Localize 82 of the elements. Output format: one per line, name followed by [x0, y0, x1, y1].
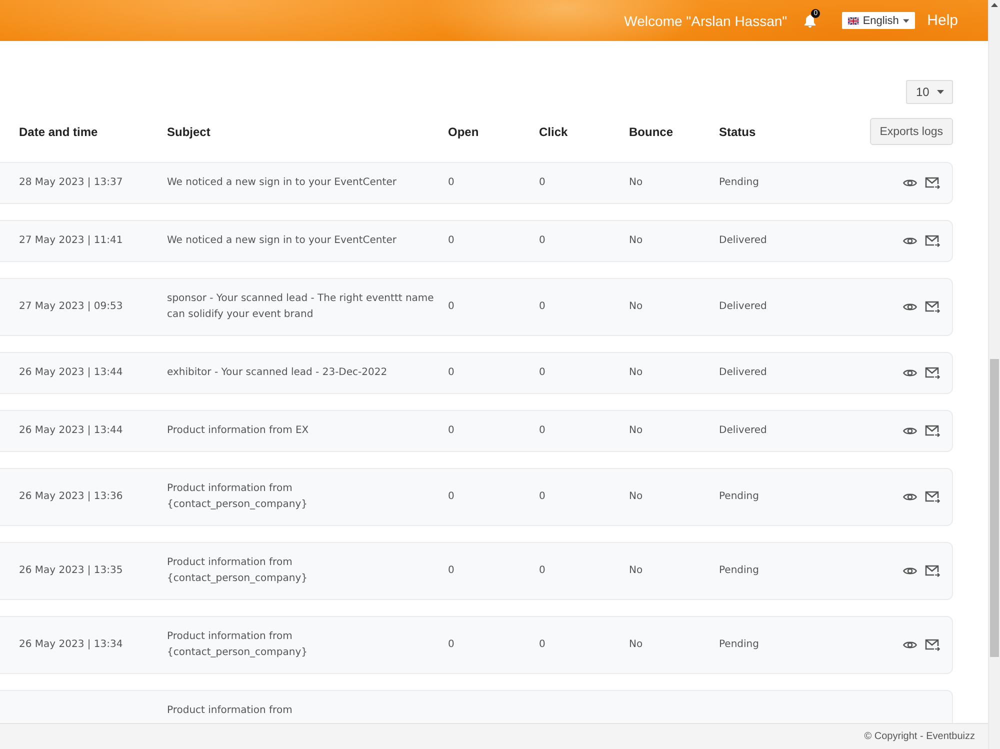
date-time-text: 27 May 2023 | 09:53	[19, 300, 123, 314]
eye-icon[interactable]	[903, 566, 917, 576]
welcome-text: Welcome "Arslan Hassan"	[624, 12, 788, 28]
bounce-text: No	[629, 366, 643, 380]
column-header: Open	[448, 124, 480, 138]
bounce-text: No	[629, 564, 643, 578]
date-time-text: 27 May 2023 | 11:41	[19, 234, 123, 248]
eye-icon[interactable]	[903, 426, 917, 436]
open-count: 0	[448, 300, 454, 314]
eye-icon[interactable]	[903, 178, 917, 188]
click-count: 0	[539, 638, 546, 652]
mail-icon[interactable]	[925, 639, 940, 651]
open-count: 0	[448, 234, 454, 248]
caret-icon	[937, 90, 944, 94]
caret-icon	[902, 18, 910, 22]
subject-text: Product information from {contact_person_company}	[167, 630, 309, 660]
open-count: 0	[448, 424, 454, 438]
eye-icon[interactable]	[903, 492, 917, 502]
bounce-text: No	[629, 638, 643, 652]
open-count: 0	[448, 638, 454, 652]
date-time-text: 26 May 2023 | 13:36	[19, 490, 123, 504]
status-text: Pending	[719, 564, 759, 578]
bounce-text: No	[629, 424, 643, 438]
column-header: Date and time	[19, 124, 99, 138]
bell-icon[interactable]	[804, 14, 816, 28]
bounce-text: No	[629, 300, 643, 314]
date-time-text: 26 May 2023 | 13:44	[19, 424, 123, 438]
eye-icon[interactable]	[903, 640, 917, 650]
open-count: 0	[448, 564, 454, 578]
scroll-up-arrow-icon[interactable]	[991, 3, 998, 7]
date-time-text: 26 May 2023 | 13:35	[19, 564, 123, 578]
scrollbar-thumb[interactable]	[990, 359, 999, 657]
eye-icon[interactable]	[903, 236, 917, 246]
copyright-text: © Copyright - Eventbuizz	[864, 731, 975, 742]
mail-icon[interactable]	[925, 235, 940, 247]
status-text: Pending	[719, 638, 759, 652]
language-select[interactable]: English	[842, 12, 916, 29]
export-logs-button[interactable]: Exports logs	[870, 118, 953, 145]
mail-icon[interactable]	[925, 491, 940, 503]
subject-text: Product information from {contact_person_company}	[167, 556, 309, 586]
status-text: Delivered	[719, 366, 767, 380]
date-time-text: 26 May 2023 | 13:34	[19, 638, 123, 652]
click-count: 0	[539, 424, 546, 438]
subject-text: exhibitor - Your scanned lead - 23-Dec-2022	[167, 366, 388, 380]
mail-icon[interactable]	[925, 301, 940, 313]
column-header: Bounce	[629, 124, 674, 138]
bounce-text: No	[629, 234, 643, 248]
date-time-text: 28 May 2023 | 13:37	[19, 176, 123, 190]
status-text: Pending	[719, 176, 759, 190]
date-time-text: 26 May 2023 | 13:44	[19, 366, 123, 380]
click-count: 0	[539, 366, 546, 380]
open-count: 0	[448, 176, 454, 190]
mail-icon[interactable]	[925, 367, 940, 379]
mail-icon[interactable]	[925, 177, 940, 189]
click-count: 0	[539, 300, 546, 314]
subject-text: Product information from EX	[167, 424, 309, 438]
status-text: Delivered	[719, 234, 767, 248]
column-header: Subject	[167, 124, 212, 138]
subject-text: We noticed a new sign in to your EventCenter	[167, 234, 396, 248]
status-text: Delivered	[719, 300, 767, 314]
eye-icon[interactable]	[903, 368, 917, 378]
subject-text: Product information from {contact_person_company}	[167, 482, 309, 512]
click-count: 0	[539, 176, 546, 190]
mail-icon[interactable]	[925, 425, 940, 437]
eye-icon[interactable]	[903, 302, 917, 312]
click-count: 0	[539, 564, 546, 578]
click-count: 0	[539, 234, 546, 248]
click-count: 0	[539, 490, 546, 504]
bounce-text: No	[629, 490, 643, 504]
subject-text: sponsor - Your scanned lead - The right eventtt name can solidify your event brand	[167, 292, 434, 322]
bounce-text: No	[629, 176, 643, 190]
open-count: 0	[448, 490, 454, 504]
mail-icon[interactable]	[925, 565, 940, 577]
status-text: Pending	[719, 490, 759, 504]
subject-text: We noticed a new sign in to your EventCenter	[167, 176, 396, 190]
subject-text: Product information from	[167, 704, 292, 718]
page-size-select[interactable]: 10	[906, 80, 953, 104]
column-header: Status	[719, 124, 757, 138]
column-header: Click	[539, 124, 569, 138]
status-text: Delivered	[719, 424, 767, 438]
flag-icon	[848, 16, 859, 24]
open-count: 0	[448, 366, 454, 380]
